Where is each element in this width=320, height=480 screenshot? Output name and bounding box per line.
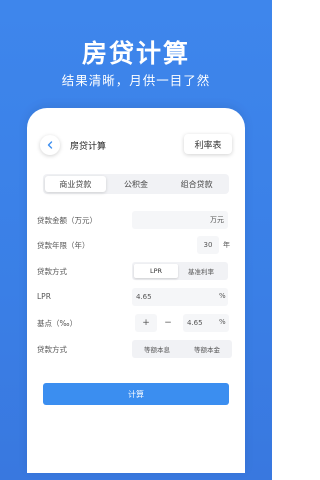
amount-row: 贷款金额（万元） 万元: [37, 211, 237, 229]
phone-mockup: 房贷计算 利率表 商业贷款 公积金 组合贷款 贷款金额（万元） 万元 贷款年限（…: [27, 108, 245, 473]
lpr-input[interactable]: 4.65: [132, 288, 228, 306]
repay-type-selector: 等额本息 等额本金: [132, 340, 232, 358]
loan-type-tabs: 商业贷款 公积金 组合贷款: [43, 174, 229, 194]
rate-type-lpr[interactable]: LPR: [134, 264, 178, 278]
amount-label: 贷款金额（万元）: [37, 216, 97, 225]
repay-type-label: 贷款方式: [37, 345, 67, 354]
hero-subtitle: 结果清晰，月供一目了然: [61, 73, 211, 88]
nav-bar: 房贷计算 利率表: [27, 108, 245, 164]
basis-row: 基点（‰） + − 4.65 %: [37, 314, 237, 332]
rate-type-row: 贷款方式 LPR 基准利率: [37, 262, 237, 280]
tab-combined-loan[interactable]: 组合贷款: [166, 176, 227, 192]
amount-input[interactable]: 万元: [132, 211, 228, 229]
lpr-unit: %: [219, 292, 226, 300]
repay-equal-principal[interactable]: 等额本金: [184, 342, 230, 356]
years-input[interactable]: 30: [197, 236, 219, 254]
tab-commercial-loan[interactable]: 商业贷款: [45, 176, 106, 192]
rate-table-button[interactable]: 利率表: [184, 134, 232, 154]
basis-minus-button[interactable]: −: [157, 314, 179, 332]
repay-type-row: 贷款方式 等额本息 等额本金: [37, 340, 237, 358]
basis-value: 4.65: [187, 319, 203, 327]
plus-icon: +: [142, 318, 150, 328]
lpr-value: 4.65: [136, 293, 152, 301]
chevron-left-icon: [47, 141, 53, 149]
lpr-label: LPR: [37, 292, 51, 301]
basis-plus-button[interactable]: +: [135, 314, 157, 332]
years-label: 贷款年限（年）: [37, 241, 90, 250]
years-value: 30: [203, 241, 213, 249]
years-unit: 年: [223, 241, 230, 249]
basis-label: 基点（‰）: [37, 319, 78, 328]
tab-provident-fund[interactable]: 公积金: [106, 176, 167, 192]
minus-icon: −: [164, 318, 172, 328]
repay-equal-installment[interactable]: 等额本息: [134, 342, 180, 356]
years-row: 贷款年限（年） 30 年: [37, 236, 237, 254]
amount-unit: 万元: [210, 216, 224, 224]
rate-type-benchmark[interactable]: 基准利率: [178, 264, 224, 278]
hero-title: 房贷计算: [81, 39, 190, 68]
back-button[interactable]: [40, 135, 60, 155]
rate-type-selector: LPR 基准利率: [132, 262, 228, 280]
basis-unit: %: [219, 318, 226, 326]
calculate-button[interactable]: 计算: [43, 383, 229, 405]
page-title: 房贷计算: [70, 142, 107, 152]
rate-type-label: 贷款方式: [37, 267, 67, 276]
lpr-row: LPR 4.65 %: [37, 288, 237, 306]
